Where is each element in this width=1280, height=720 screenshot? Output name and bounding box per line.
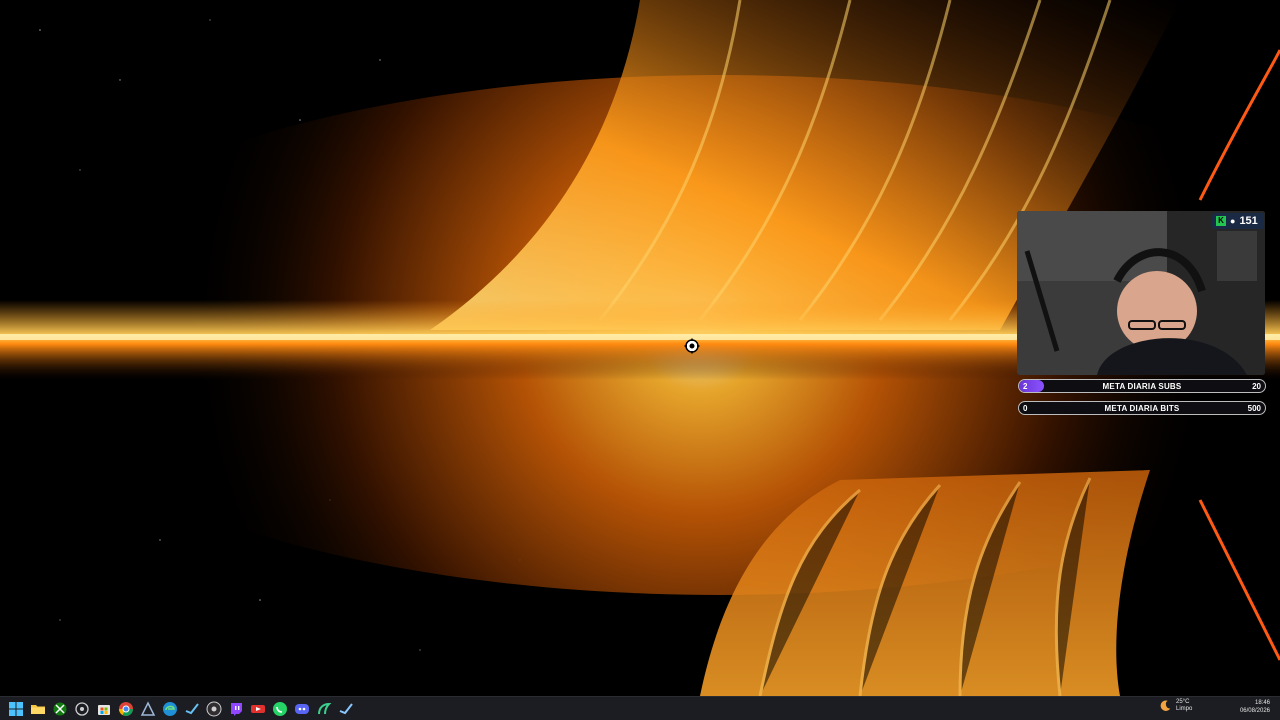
subs-goal-bar: 2 META DIARIA SUBS 20 bbox=[1018, 379, 1266, 393]
weather-temp: 25°C bbox=[1176, 699, 1190, 705]
bits-goal-max: 500 bbox=[1247, 404, 1261, 413]
taskbar-clock[interactable]: 18:46 06/08/2026 bbox=[1240, 699, 1270, 715]
app-icon[interactable] bbox=[140, 701, 156, 717]
steam-icon[interactable] bbox=[338, 701, 354, 717]
whatsapp-icon[interactable] bbox=[272, 701, 288, 717]
subs-goal-max: 20 bbox=[1252, 382, 1261, 391]
chrome-icon[interactable] bbox=[118, 701, 134, 717]
viewer-icon: ● bbox=[1230, 216, 1236, 226]
weather-moon-icon bbox=[1160, 700, 1171, 711]
viewer-count-badge: K ● 151 bbox=[1212, 213, 1264, 229]
windows-start-icon[interactable] bbox=[8, 701, 24, 717]
app-icon[interactable] bbox=[316, 701, 332, 717]
steam-icon[interactable] bbox=[184, 701, 200, 717]
clock-date: 06/08/2026 bbox=[1239, 708, 1270, 714]
busy-cursor-icon bbox=[684, 338, 700, 354]
clock-time: 18:46 bbox=[1254, 700, 1270, 706]
edge-icon[interactable] bbox=[162, 701, 178, 717]
taskbar bbox=[0, 696, 1280, 720]
weather-widget[interactable]: 25°C Limpo bbox=[1158, 699, 1192, 713]
subs-goal-title: META DIARIA SUBS bbox=[1102, 382, 1182, 391]
viewer-count: 151 bbox=[1239, 215, 1258, 227]
bits-goal-bar: 0 META DIARIA BITS 500 bbox=[1018, 401, 1266, 415]
desktop[interactable]: K ● 151 2 META DIARIA SUBS 20 0 META DIA… bbox=[0, 0, 1280, 696]
weather-condition: Limpo bbox=[1176, 706, 1193, 712]
kick-icon: K bbox=[1216, 216, 1226, 226]
obs-icon[interactable] bbox=[206, 701, 222, 717]
xbox-icon[interactable] bbox=[52, 701, 68, 717]
bits-goal-title: META DIARIA BITS bbox=[1104, 404, 1180, 413]
discord-icon[interactable] bbox=[294, 701, 310, 717]
file-explorer-icon[interactable] bbox=[30, 701, 46, 717]
twitch-icon[interactable] bbox=[228, 701, 244, 717]
remote-icon[interactable] bbox=[250, 701, 266, 717]
store-icon[interactable] bbox=[96, 701, 112, 717]
system-icon[interactable] bbox=[74, 701, 90, 717]
webcam-feed bbox=[1017, 211, 1265, 375]
